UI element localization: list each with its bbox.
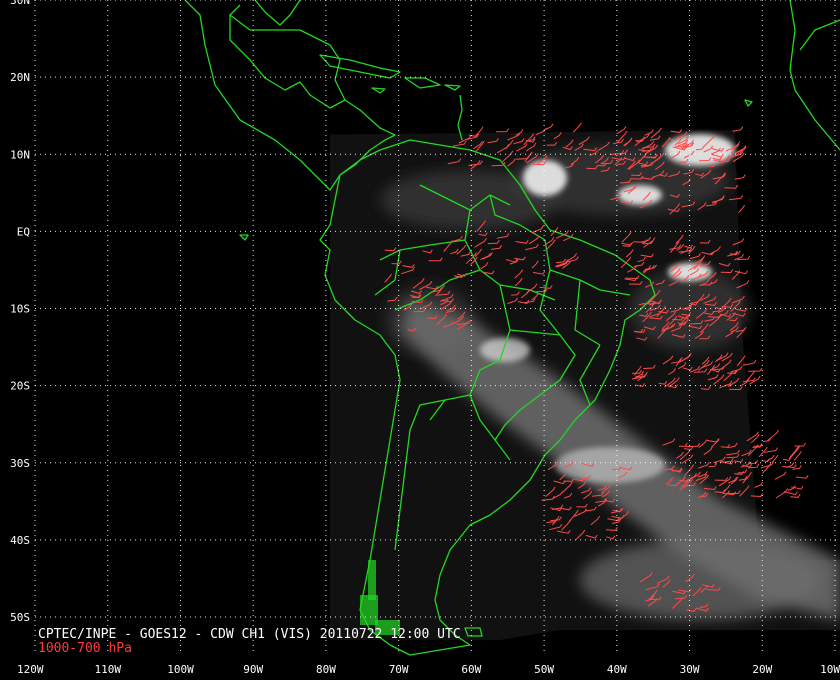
latitude-label: 20N [10, 71, 30, 84]
wind-vector [766, 429, 780, 442]
latitude-label: 40S [10, 534, 30, 547]
florida-coast [254, 0, 301, 26]
longitude-label: 60W [461, 663, 481, 676]
latitude-label: 50S [10, 611, 30, 624]
latitude-label: 10N [10, 148, 30, 161]
wind-vector [747, 367, 763, 372]
wind-vector [774, 471, 787, 480]
wind-vector [760, 461, 774, 469]
latitude-label: 30N [10, 0, 30, 7]
longitude-label: 110W [94, 663, 121, 676]
puerto-rico-island [444, 84, 461, 91]
wind-vector [749, 375, 761, 385]
longitude-label: 30W [680, 663, 700, 676]
wind-vector [754, 481, 764, 488]
longitude-label: 40W [607, 663, 627, 676]
longitude-label: 70W [389, 663, 409, 676]
map-caption-level: 1000-700 hPa [38, 641, 132, 656]
wind-vector [787, 485, 796, 491]
longitude-label: 100W [167, 663, 194, 676]
galapagos [239, 234, 249, 241]
longitude-label: 80W [316, 663, 336, 676]
wind-vector [761, 458, 771, 463]
longitude-label: 90W [243, 663, 263, 676]
latitude-label: EQ [17, 225, 30, 238]
wind-vector [775, 488, 789, 499]
satellite-wind-map: 30N 20N 10N EQ 10S 20S 30S 40S 50S 120W 110W 100W 9… [0, 0, 840, 680]
wind-vector [495, 128, 510, 133]
map-caption-title: CPTEC/INPE - GOES12 - CDW CH1 (VIS) 2011… [38, 627, 461, 642]
wind-vector [742, 359, 757, 366]
wind-vector [732, 126, 744, 132]
wind-vector [794, 442, 807, 447]
cuba-island [319, 54, 401, 79]
wind-vector [738, 204, 746, 213]
africa-north [799, 19, 840, 51]
satellite-image-layer [300, 130, 840, 640]
longitude-labels: 120W 110W 100W 90W 80W 70W 60W 50W 40W 30W 20W 10W [17, 663, 840, 676]
longitude-label: 50W [534, 663, 554, 676]
wind-vector [762, 463, 772, 474]
wind-vector [766, 454, 775, 462]
hispaniola-island [404, 77, 441, 89]
longitude-label: 20W [752, 663, 772, 676]
wind-vector [572, 122, 582, 133]
map-canvas: 30N 20N 10N EQ 10S 20S 30S 40S 50S 120W 110W 100W 9… [10, 0, 840, 676]
latitude-labels: 30N 20N 10N EQ 10S 20S 30S 40S 50S [10, 0, 30, 624]
wind-vector [795, 474, 809, 479]
latitude-label: 20S [10, 380, 30, 393]
cape-verde [744, 99, 753, 107]
latitude-label: 30S [10, 457, 30, 470]
longitude-label: 120W [17, 663, 44, 676]
wind-vector [783, 491, 798, 496]
longitude-label: 10W [820, 663, 840, 676]
jamaica-island [371, 87, 386, 94]
latitude-label: 10S [10, 303, 30, 316]
